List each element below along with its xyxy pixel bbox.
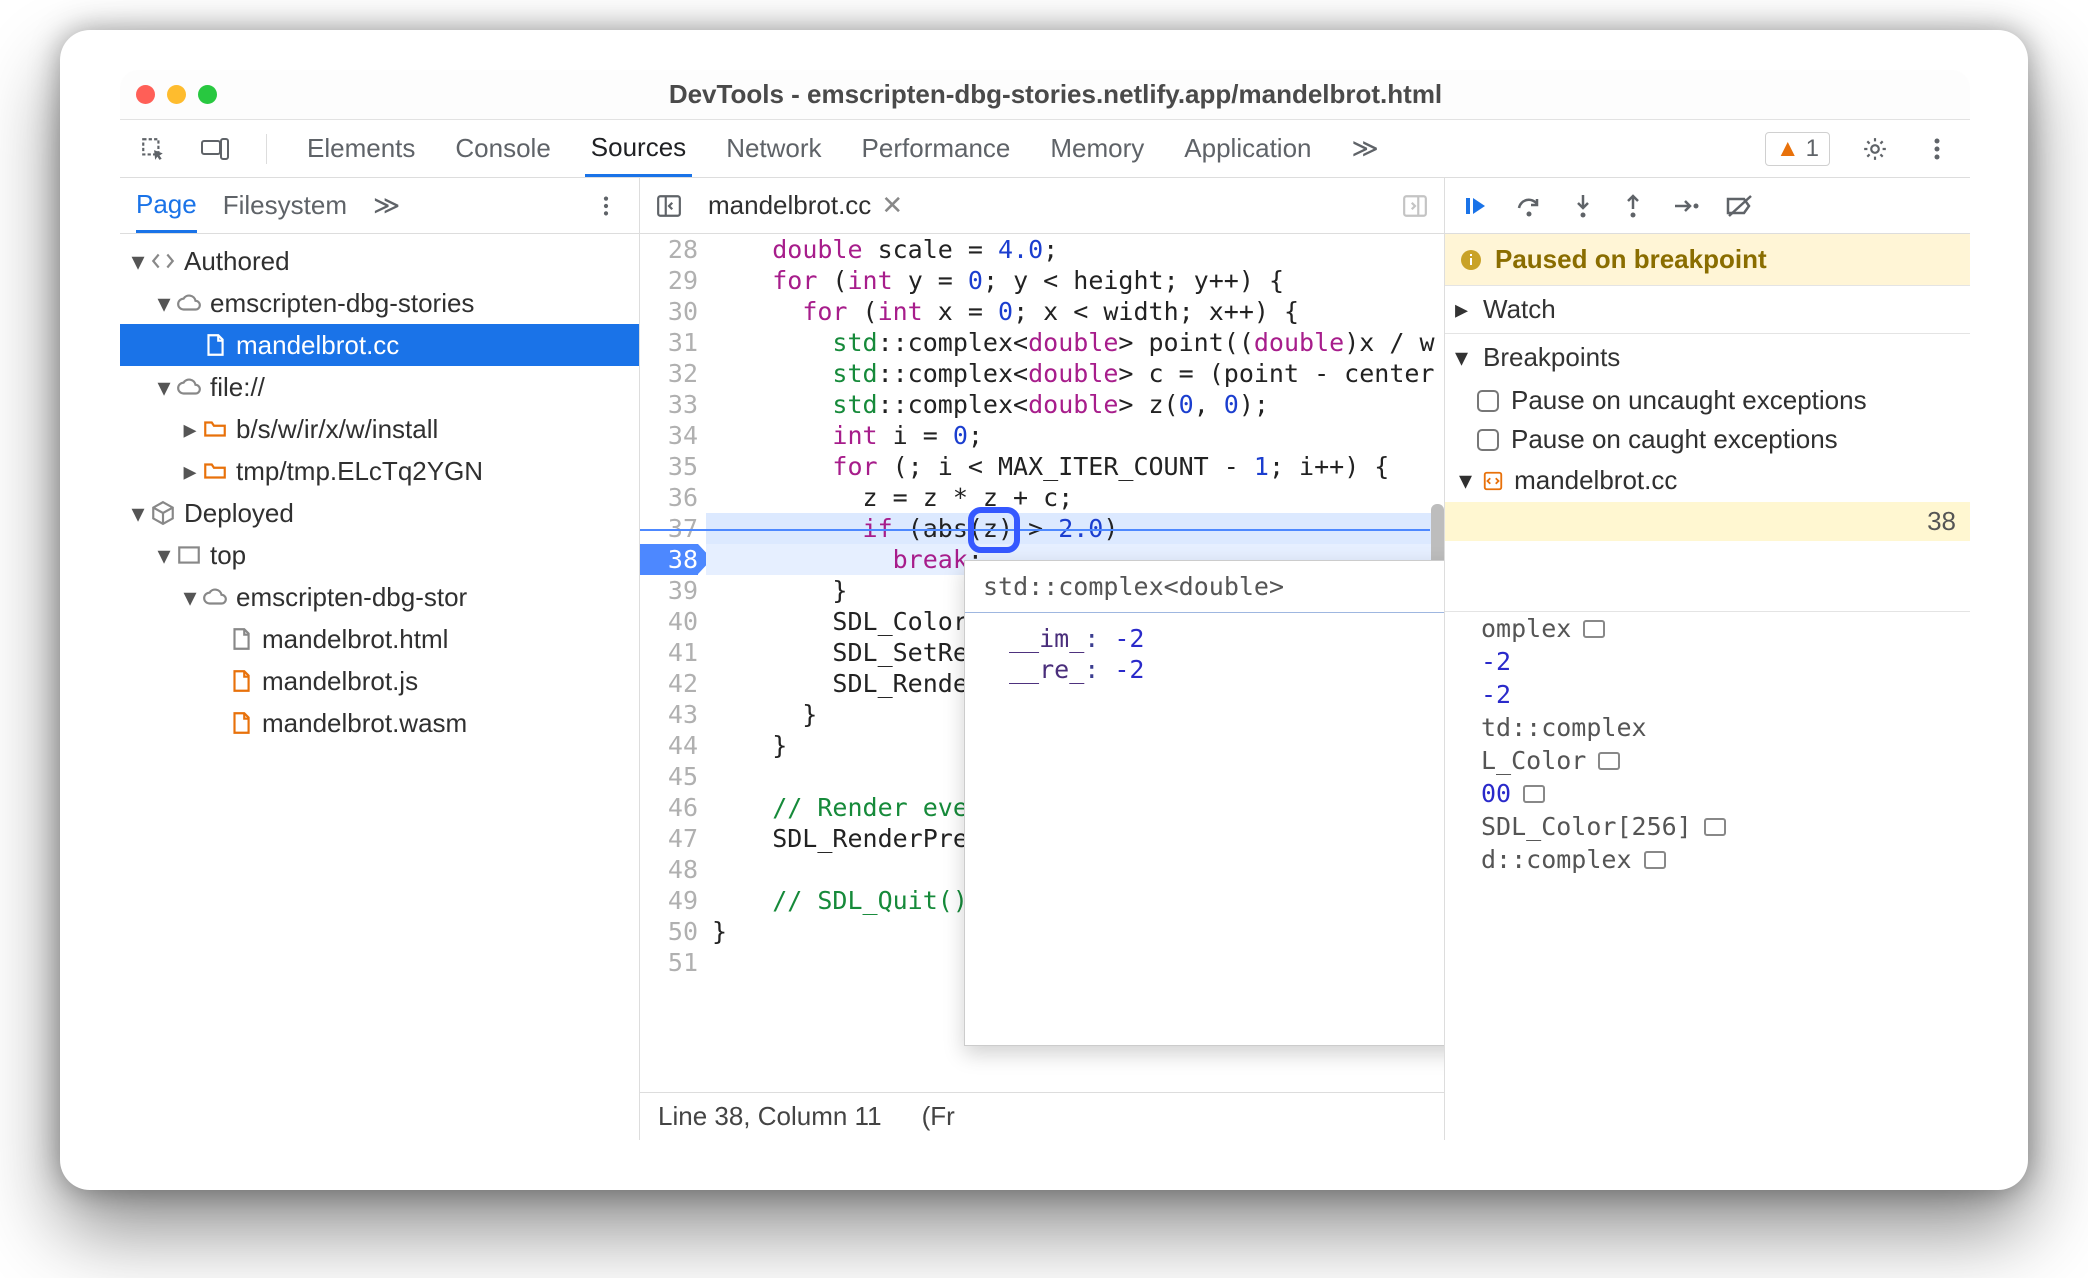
paused-banner-text: Paused on breakpoint: [1495, 244, 1767, 275]
scope-value[interactable]: SDL_Color[256]: [1445, 810, 1970, 843]
checkbox-icon: [1477, 429, 1499, 451]
more-menu-icon[interactable]: [1920, 132, 1954, 166]
tooltip-title: std::complex<double>: [965, 561, 1444, 613]
editor-tab-label: mandelbrot.cc: [708, 190, 871, 221]
inspect-element-icon[interactable]: [136, 132, 170, 166]
tree-item[interactable]: file://: [120, 366, 639, 408]
editor-statusbar: Line 38, Column 11 (Fr: [640, 1092, 1444, 1140]
tree-item[interactable]: emscripten-dbg-stor: [120, 576, 639, 618]
value-tooltip: std::complex<double> __im_: -2__re_: -2: [964, 560, 1444, 1046]
navigator-overflow[interactable]: ≫: [373, 190, 400, 221]
navigator-tabs: Page Filesystem ≫: [120, 178, 639, 234]
warning-icon: ▲: [1776, 135, 1800, 163]
toggle-debugger-icon[interactable]: [1398, 189, 1432, 223]
breakpoints-title: Breakpoints: [1483, 342, 1620, 373]
execution-line-divider: [640, 529, 1430, 531]
tab-application[interactable]: Application: [1178, 120, 1317, 177]
tab-elements[interactable]: Elements: [301, 120, 421, 177]
scope-value[interactable]: d::complex: [1445, 843, 1970, 876]
tree-item[interactable]: b/s/w/ir/x/w/install: [120, 408, 639, 450]
tree-item[interactable]: emscripten-dbg-stories: [120, 282, 639, 324]
breakpoints-section[interactable]: ▾ Breakpoints Pause on uncaught exception…: [1445, 333, 1970, 541]
device-toolbar-icon[interactable]: [198, 132, 232, 166]
breakpoint-file-label: mandelbrot.cc: [1514, 465, 1677, 496]
deactivate-breakpoints-icon[interactable]: [1725, 194, 1755, 218]
tabs-overflow-button[interactable]: ≫: [1346, 120, 1385, 177]
toggle-navigator-icon[interactable]: [652, 189, 686, 223]
window-controls: [136, 85, 217, 104]
chevron-right-icon: ▸: [1455, 294, 1473, 325]
tab-page[interactable]: Page: [136, 178, 197, 233]
titlebar: DevTools - emscripten-dbg-stories.netlif…: [120, 70, 1970, 120]
tooltip-body: __im_: -2__re_: -2: [965, 613, 1444, 1045]
navigator-panel: Page Filesystem ≫ Authoredemscripten-dbg…: [120, 178, 640, 1140]
navigator-more-icon[interactable]: [589, 189, 623, 223]
warnings-badge[interactable]: ▲ 1: [1765, 132, 1830, 166]
paused-banner: Paused on breakpoint: [1445, 234, 1970, 285]
tree-item[interactable]: Deployed: [120, 492, 639, 534]
scope-section: omplex-2-2td::complexL_Color00SDL_Color[…: [1445, 611, 1970, 876]
scope-value[interactable]: td::complex: [1445, 711, 1970, 744]
resume-icon[interactable]: [1461, 194, 1489, 218]
scope-value[interactable]: -2: [1445, 678, 1970, 711]
status-right: (Fr: [922, 1101, 955, 1132]
breakpoint-file[interactable]: ▾ mandelbrot.cc: [1445, 459, 1970, 502]
chevron-down-icon: ▾: [1455, 342, 1473, 373]
scope-value[interactable]: L_Color: [1445, 744, 1970, 777]
watch-title: Watch: [1483, 294, 1556, 325]
window-title: DevTools - emscripten-dbg-stories.netlif…: [217, 79, 1894, 110]
close-window-button[interactable]: [136, 85, 155, 104]
step-into-icon[interactable]: [1571, 193, 1595, 219]
breakpoint-line[interactable]: 38: [1445, 502, 1970, 541]
pause-caught-label: Pause on caught exceptions: [1511, 424, 1838, 455]
checkbox-icon: [1477, 390, 1499, 412]
pause-uncaught-label: Pause on uncaught exceptions: [1511, 385, 1867, 416]
debugger-toolbar: [1445, 178, 1970, 234]
tab-performance[interactable]: Performance: [856, 120, 1017, 177]
pause-caught-checkbox[interactable]: Pause on caught exceptions: [1445, 420, 1970, 459]
editor-tabs: mandelbrot.cc ✕: [640, 178, 1444, 234]
tree-item[interactable]: tmp/tmp.ELcTq2YGN: [120, 450, 639, 492]
scope-value[interactable]: omplex: [1445, 612, 1970, 645]
tab-network[interactable]: Network: [720, 120, 827, 177]
devtools-window: DevTools - emscripten-dbg-stories.netlif…: [120, 70, 1970, 1140]
breakpoint-line-number: 38: [1927, 506, 1956, 537]
file-tree[interactable]: Authoredemscripten-dbg-storiesmandelbrot…: [120, 234, 639, 1140]
main-tab-bar: Elements Console Sources Network Performance…: [120, 120, 1970, 178]
tree-item[interactable]: mandelbrot.html: [120, 618, 639, 660]
tab-console[interactable]: Console: [449, 120, 556, 177]
source-file-icon: [1482, 470, 1504, 492]
pause-uncaught-checkbox[interactable]: Pause on uncaught exceptions: [1445, 381, 1970, 420]
chevron-down-icon: ▾: [1459, 465, 1472, 496]
zoom-window-button[interactable]: [198, 85, 217, 104]
scope-value[interactable]: 00: [1445, 777, 1970, 810]
step-out-icon[interactable]: [1621, 193, 1645, 219]
step-over-icon[interactable]: [1515, 194, 1545, 218]
debugger-panel: Paused on breakpoint ▸ Watch ▾ Breakpoints…: [1445, 178, 1970, 1140]
code-editor[interactable]: 2829303132333435363738394041424344454647…: [640, 234, 1444, 1092]
warning-count: 1: [1806, 135, 1819, 163]
tree-item[interactable]: mandelbrot.cc: [120, 324, 639, 366]
step-icon[interactable]: [1671, 194, 1699, 218]
settings-icon[interactable]: [1858, 132, 1892, 166]
tree-item[interactable]: top: [120, 534, 639, 576]
tab-sources[interactable]: Sources: [585, 120, 692, 177]
tree-item[interactable]: Authored: [120, 240, 639, 282]
cursor-position: Line 38, Column 11: [658, 1101, 882, 1132]
gutter[interactable]: 2829303132333435363738394041424344454647…: [640, 234, 706, 978]
tree-item[interactable]: mandelbrot.js: [120, 660, 639, 702]
tab-filesystem[interactable]: Filesystem: [223, 190, 347, 221]
editor-panel: mandelbrot.cc ✕ 282930313233343536373839…: [640, 178, 1445, 1140]
watch-section[interactable]: ▸ Watch: [1445, 285, 1970, 333]
scope-value[interactable]: -2: [1445, 645, 1970, 678]
close-tab-icon[interactable]: ✕: [881, 190, 903, 221]
tree-item[interactable]: mandelbrot.wasm: [120, 702, 639, 744]
editor-tab-mandelbrot[interactable]: mandelbrot.cc ✕: [700, 190, 911, 221]
tab-memory[interactable]: Memory: [1044, 120, 1150, 177]
info-icon: [1459, 248, 1483, 272]
minimize-window-button[interactable]: [167, 85, 186, 104]
